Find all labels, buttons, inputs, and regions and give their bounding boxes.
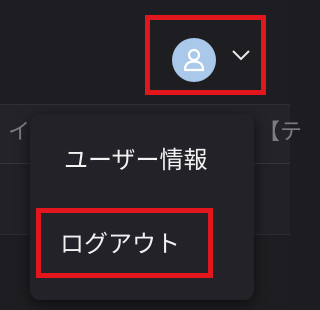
menu-item-logout[interactable]: ログアウト [60, 230, 180, 258]
chevron-down-icon[interactable] [231, 48, 251, 62]
tab-label-fragment: イ [8, 120, 31, 145]
user-icon [183, 48, 205, 72]
app-stage: イ 【テ ユーザー情報 ログアウト [0, 0, 302, 310]
avatar[interactable] [172, 38, 216, 82]
tab-label-fragment: 【テ [258, 120, 303, 145]
menu-item-user-info[interactable]: ユーザー情報 [30, 146, 254, 174]
